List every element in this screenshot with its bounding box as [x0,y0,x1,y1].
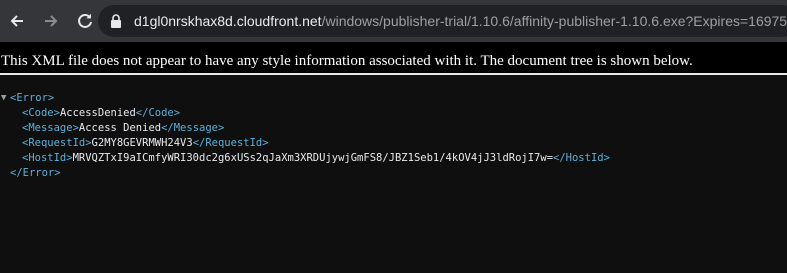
xml-info-banner: This XML file does not appear to have an… [0,42,787,75]
xml-document-tree: ▼ <Error> <Code> AccessDenied </Code> <Mes… [0,91,610,181]
back-button[interactable] [3,7,31,35]
url-text: d1gl0nrskhax8d.cloudfront.net/windows/pu… [134,13,787,29]
address-bar[interactable]: d1gl0nrskhax8d.cloudfront.net/windows/pu… [98,5,787,37]
url-path: /windows/publisher-trial/1.10.6/affinity… [321,13,787,29]
forward-arrow-icon [45,15,58,27]
host-id-line: <HostId> MRVQZTxI9aICmfyWRI30dc2g6xUSs2qJ… [0,151,610,166]
request-id-open-tag: <RequestId> [22,137,92,149]
browser-toolbar: d1gl0nrskhax8d.cloudfront.net/windows/pu… [0,0,787,42]
error-open-line: ▼ <Error> [0,91,610,106]
collapse-triangle-icon[interactable]: ▼ [1,91,10,106]
error-open-tag: <Error> [10,92,55,104]
message-value: Access Denied [78,122,162,134]
message-close-tag: </Message> [161,122,225,134]
lock-icon [110,14,122,28]
error-close-line: </Error> [0,166,610,181]
message-line: <Message> Access Denied </Message> [0,121,610,136]
error-close-tag: </Error> [10,167,61,179]
code-close-tag: </Code> [135,107,181,119]
code-value: AccessDenied [59,107,136,119]
url-host: d1gl0nrskhax8d.cloudfront.net [134,13,322,29]
forward-button[interactable] [37,7,65,35]
host-id-close-tag: </HostId> [553,152,610,164]
request-id-line: <RequestId> G2MY8GEVRMWH24V3 </RequestId> [0,136,610,151]
reload-button[interactable] [71,7,99,35]
request-id-close-tag: </RequestId> [192,137,269,149]
host-id-open-tag: <HostId> [22,152,73,164]
request-id-value: G2MY8GEVRMWH24V3 [91,137,193,149]
message-open-tag: <Message> [22,122,79,134]
back-arrow-icon [10,15,23,27]
reload-icon [78,13,92,28]
code-line: <Code> AccessDenied </Code> [0,106,610,121]
code-open-tag: <Code> [22,107,60,119]
banner-text: This XML file does not appear to have an… [1,53,693,69]
host-id-value: MRVQZTxI9aICmfyWRI30dc2g6xUSs2qJaXm3XRDU… [72,152,554,164]
